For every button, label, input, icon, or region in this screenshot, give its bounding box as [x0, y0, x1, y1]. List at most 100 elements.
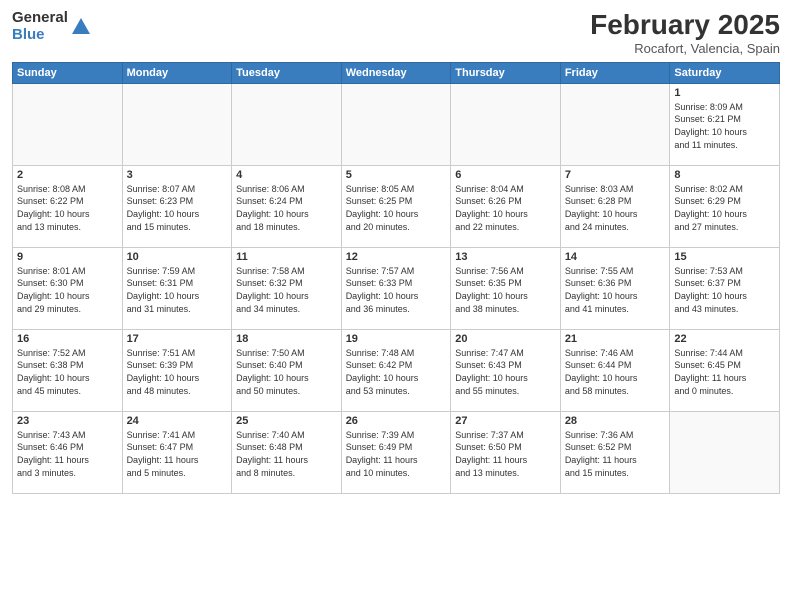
month-title: February 2025: [590, 10, 780, 41]
day-info: Sunrise: 7:47 AMSunset: 6:43 PMDaylight:…: [455, 347, 556, 397]
day-info: Sunrise: 7:48 AMSunset: 6:42 PMDaylight:…: [346, 347, 447, 397]
calendar-cell: 5Sunrise: 8:05 AMSunset: 6:25 PMDaylight…: [341, 165, 451, 247]
calendar-cell: [341, 83, 451, 165]
day-info: Sunrise: 7:53 AMSunset: 6:37 PMDaylight:…: [674, 265, 775, 315]
day-info: Sunrise: 7:40 AMSunset: 6:48 PMDaylight:…: [236, 429, 337, 479]
calendar-cell: 7 Sunrise: 8:03 AMSunset: 6:28 PMDaylight…: [560, 165, 670, 247]
calendar-cell: 27 Sunrise: 7:37 AMSunset: 6:50 PMDayligh…: [451, 411, 561, 493]
calendar-week-0: 1 Sunrise: 8:09 AMSunset: 6:21 PMDaylight…: [13, 83, 780, 165]
calendar-header-row: Sunday Monday Tuesday Wednesday Thursday…: [13, 62, 780, 83]
day-number: 21: [565, 333, 666, 345]
calendar-cell: 28 Sunrise: 7:36 AMSunset: 6:52 PMDayligh…: [560, 411, 670, 493]
day-number: 26: [346, 415, 447, 427]
calendar-cell: 4 Sunrise: 8:06 AMSunset: 6:24 PMDaylight…: [232, 165, 342, 247]
day-info: Sunrise: 7:36 AMSunset: 6:52 PMDaylight:…: [565, 429, 666, 479]
day-info: Sunrise: 7:41 AMSunset: 6:47 PMDaylight:…: [127, 429, 228, 479]
day-number: 4: [236, 169, 337, 181]
calendar-cell: 11 Sunrise: 7:58 AMSunset: 6:32 PMDayligh…: [232, 247, 342, 329]
day-info: Sunrise: 8:02 AMSunset: 6:29 PMDaylight:…: [674, 183, 775, 233]
calendar-cell: 18Sunrise: 7:50 AMSunset: 6:40 PMDayligh…: [232, 329, 342, 411]
day-number: 10: [127, 251, 228, 263]
calendar-cell: 25 Sunrise: 7:40 AMSunset: 6:48 PMDayligh…: [232, 411, 342, 493]
calendar-cell: [122, 83, 232, 165]
location: Rocafort, Valencia, Spain: [590, 41, 780, 56]
day-info: Sunrise: 8:07 AMSunset: 6:23 PMDaylight:…: [127, 183, 228, 233]
day-info: Sunrise: 7:46 AMSunset: 6:44 PMDaylight:…: [565, 347, 666, 397]
calendar-cell: 1 Sunrise: 8:09 AMSunset: 6:21 PMDaylight…: [670, 83, 780, 165]
day-number: 16: [17, 333, 118, 345]
day-number: 14: [565, 251, 666, 263]
col-thursday: Thursday: [451, 62, 561, 83]
col-monday: Monday: [122, 62, 232, 83]
calendar-week-1: 2 Sunrise: 8:08 AMSunset: 6:22 PMDaylight…: [13, 165, 780, 247]
day-info: Sunrise: 7:43 AMSunset: 6:46 PMDaylight:…: [17, 429, 118, 479]
calendar-cell: [670, 411, 780, 493]
page-container: General Blue February 2025 Rocafort, Val…: [0, 0, 792, 500]
day-number: 1: [674, 87, 775, 99]
day-number: 11: [236, 251, 337, 263]
day-number: 18: [236, 333, 337, 345]
calendar-cell: 3 Sunrise: 8:07 AMSunset: 6:23 PMDaylight…: [122, 165, 232, 247]
day-info: Sunrise: 7:55 AMSunset: 6:36 PMDaylight:…: [565, 265, 666, 315]
day-number: 7: [565, 169, 666, 181]
col-friday: Friday: [560, 62, 670, 83]
day-info: Sunrise: 7:37 AMSunset: 6:50 PMDaylight:…: [455, 429, 556, 479]
day-number: 20: [455, 333, 556, 345]
calendar-cell: 6 Sunrise: 8:04 AMSunset: 6:26 PMDaylight…: [451, 165, 561, 247]
calendar-cell: [13, 83, 123, 165]
col-saturday: Saturday: [670, 62, 780, 83]
logo-blue: Blue: [12, 27, 68, 44]
col-tuesday: Tuesday: [232, 62, 342, 83]
calendar-cell: 23Sunrise: 7:43 AMSunset: 6:46 PMDayligh…: [13, 411, 123, 493]
day-number: 15: [674, 251, 775, 263]
calendar-cell: [451, 83, 561, 165]
day-info: Sunrise: 8:04 AMSunset: 6:26 PMDaylight:…: [455, 183, 556, 233]
day-info: Sunrise: 7:59 AMSunset: 6:31 PMDaylight:…: [127, 265, 228, 315]
day-number: 28: [565, 415, 666, 427]
logo-icon: [70, 16, 92, 38]
calendar-cell: 8 Sunrise: 8:02 AMSunset: 6:29 PMDaylight…: [670, 165, 780, 247]
day-info: Sunrise: 7:39 AMSunset: 6:49 PMDaylight:…: [346, 429, 447, 479]
logo-general: General: [12, 10, 68, 27]
logo-text: General Blue: [12, 10, 68, 43]
calendar-cell: 12Sunrise: 7:57 AMSunset: 6:33 PMDayligh…: [341, 247, 451, 329]
calendar-cell: 19Sunrise: 7:48 AMSunset: 6:42 PMDayligh…: [341, 329, 451, 411]
calendar-week-3: 16 Sunrise: 7:52 AMSunset: 6:38 PMDayligh…: [13, 329, 780, 411]
day-info: Sunrise: 8:03 AMSunset: 6:28 PMDaylight:…: [565, 183, 666, 233]
day-info: Sunrise: 7:58 AMSunset: 6:32 PMDaylight:…: [236, 265, 337, 315]
day-number: 17: [127, 333, 228, 345]
day-number: 9: [17, 251, 118, 263]
calendar-cell: 22Sunrise: 7:44 AMSunset: 6:45 PMDayligh…: [670, 329, 780, 411]
day-number: 3: [127, 169, 228, 181]
calendar-cell: 16 Sunrise: 7:52 AMSunset: 6:38 PMDayligh…: [13, 329, 123, 411]
calendar-cell: 9Sunrise: 8:01 AMSunset: 6:30 PMDaylight…: [13, 247, 123, 329]
calendar-cell: [232, 83, 342, 165]
day-number: 8: [674, 169, 775, 181]
day-info: Sunrise: 8:09 AMSunset: 6:21 PMDaylight:…: [674, 101, 775, 151]
day-info: Sunrise: 7:56 AMSunset: 6:35 PMDaylight:…: [455, 265, 556, 315]
col-wednesday: Wednesday: [341, 62, 451, 83]
calendar-cell: 26 Sunrise: 7:39 AMSunset: 6:49 PMDayligh…: [341, 411, 451, 493]
calendar-cell: 15 Sunrise: 7:53 AMSunset: 6:37 PMDayligh…: [670, 247, 780, 329]
day-info: Sunrise: 7:51 AMSunset: 6:39 PMDaylight:…: [127, 347, 228, 397]
day-info: Sunrise: 8:08 AMSunset: 6:22 PMDaylight:…: [17, 183, 118, 233]
day-number: 25: [236, 415, 337, 427]
logo: General Blue: [12, 10, 92, 43]
day-number: 24: [127, 415, 228, 427]
day-info: Sunrise: 7:52 AMSunset: 6:38 PMDaylight:…: [17, 347, 118, 397]
calendar-cell: 24 Sunrise: 7:41 AMSunset: 6:47 PMDayligh…: [122, 411, 232, 493]
calendar-body: 1 Sunrise: 8:09 AMSunset: 6:21 PMDaylight…: [13, 83, 780, 493]
header: General Blue February 2025 Rocafort, Val…: [12, 10, 780, 56]
calendar-cell: 10 Sunrise: 7:59 AMSunset: 6:31 PMDayligh…: [122, 247, 232, 329]
day-info: Sunrise: 8:06 AMSunset: 6:24 PMDaylight:…: [236, 183, 337, 233]
day-number: 22: [674, 333, 775, 345]
day-info: Sunrise: 7:57 AMSunset: 6:33 PMDaylight:…: [346, 265, 447, 315]
day-number: 6: [455, 169, 556, 181]
day-number: 27: [455, 415, 556, 427]
calendar-cell: 14 Sunrise: 7:55 AMSunset: 6:36 PMDayligh…: [560, 247, 670, 329]
calendar-cell: [560, 83, 670, 165]
calendar: Sunday Monday Tuesday Wednesday Thursday…: [12, 62, 780, 494]
day-number: 2: [17, 169, 118, 181]
calendar-cell: 13Sunrise: 7:56 AMSunset: 6:35 PMDayligh…: [451, 247, 561, 329]
calendar-cell: 17 Sunrise: 7:51 AMSunset: 6:39 PMDayligh…: [122, 329, 232, 411]
